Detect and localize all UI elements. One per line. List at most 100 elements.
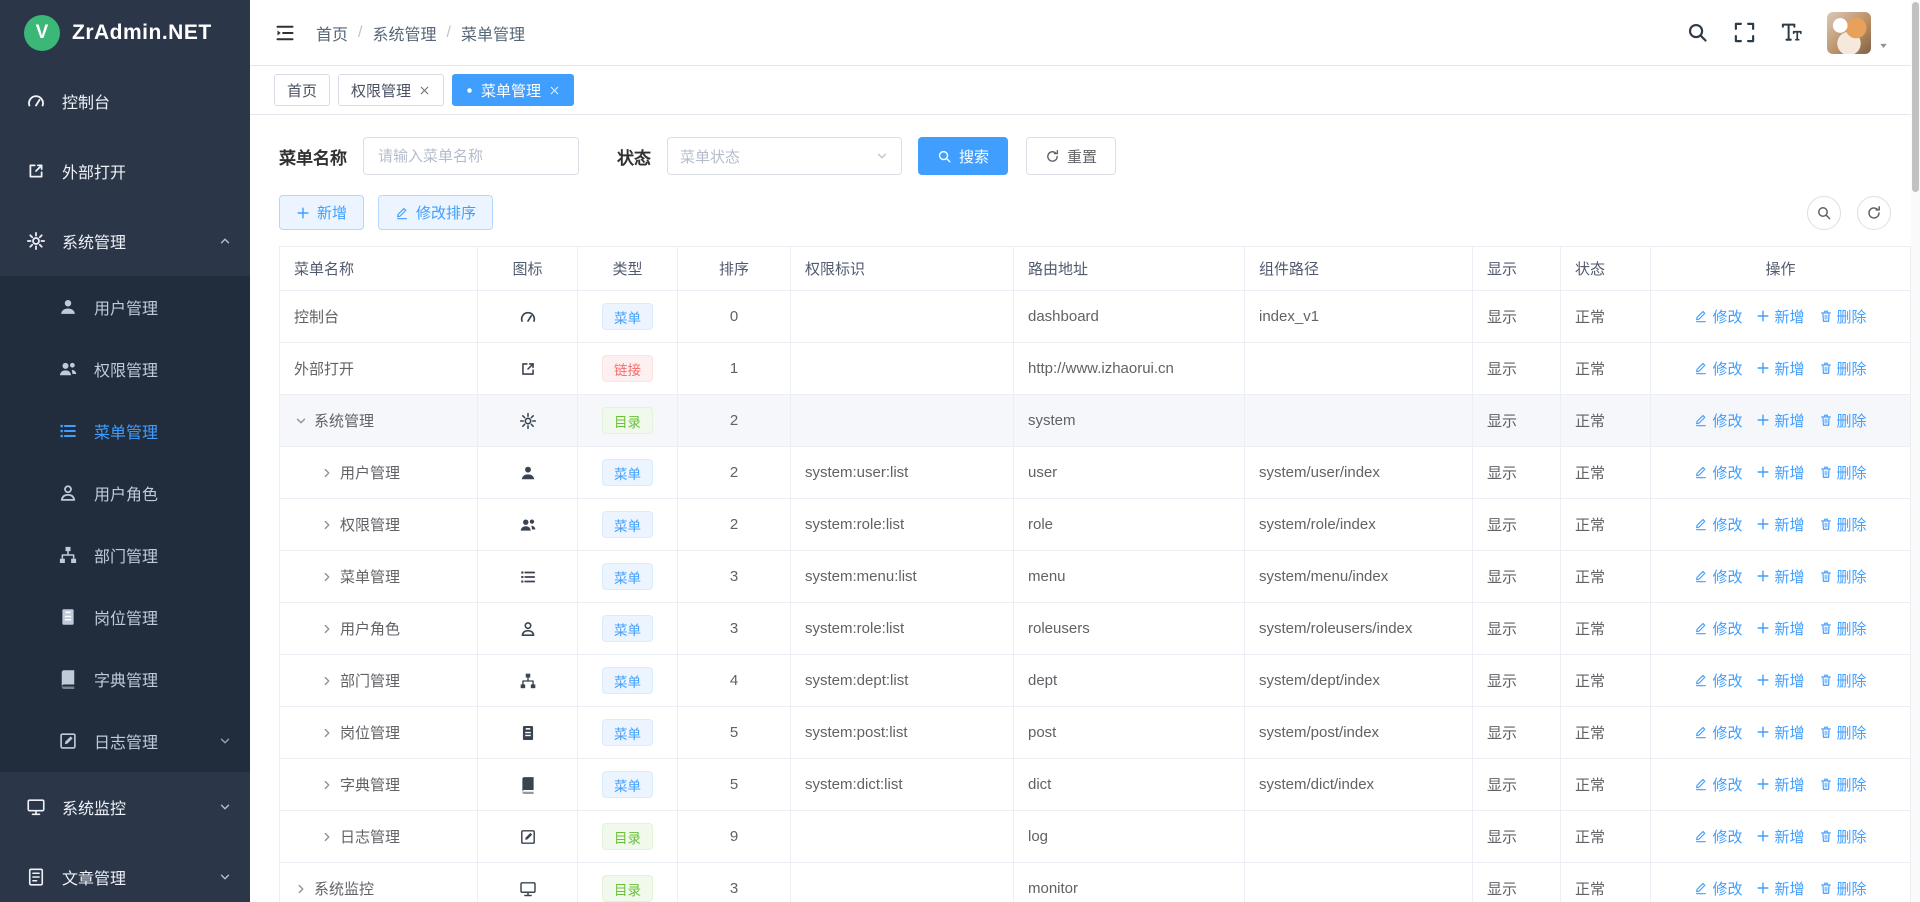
row-edit-link[interactable]: 修改 [1694, 618, 1742, 639]
row-delete-link[interactable]: 删除 [1819, 410, 1867, 431]
row-add-link[interactable]: 新增 [1756, 566, 1804, 587]
tab-role[interactable]: 权限管理 [338, 74, 444, 106]
add-button[interactable]: 新增 [279, 195, 364, 230]
breadcrumb-item[interactable]: 首页 [316, 21, 348, 45]
row-edit-link[interactable]: 修改 [1694, 566, 1742, 587]
chevron-right-icon[interactable] [320, 674, 334, 688]
icon-cell [478, 395, 578, 447]
table-row[interactable]: 用户管理菜单2system:user:listusersystem/user/i… [280, 447, 1911, 499]
tab-menu[interactable]: 菜单管理 [452, 74, 574, 106]
row-edit-link[interactable]: 修改 [1694, 306, 1742, 327]
row-edit-link[interactable]: 修改 [1694, 514, 1742, 535]
row-add-link[interactable]: 新增 [1756, 670, 1804, 691]
sidebar-item-external[interactable]: 外部打开 [0, 136, 250, 206]
search-icon[interactable] [1686, 21, 1709, 44]
row-delete-link[interactable]: 删除 [1819, 358, 1867, 379]
chevron-down-icon[interactable] [294, 414, 308, 428]
fullscreen-icon[interactable] [1733, 21, 1756, 44]
row-delete-link[interactable]: 删除 [1819, 618, 1867, 639]
font-size-icon[interactable] [1780, 21, 1803, 44]
show-search-button[interactable] [1807, 196, 1841, 230]
reset-button[interactable]: 重置 [1026, 137, 1116, 175]
breadcrumb-item[interactable]: 系统管理 [372, 21, 436, 45]
sidebar-item-menu[interactable]: 菜单管理 [0, 400, 250, 462]
row-delete-link[interactable]: 删除 [1819, 722, 1867, 743]
user-menu[interactable] [1827, 12, 1890, 54]
table-row[interactable]: 部门管理菜单4system:dept:listdeptsystem/dept/i… [280, 655, 1911, 707]
table-row[interactable]: 系统监控目录3monitor显示正常修改新增删除 [280, 863, 1911, 902]
tree-icon [58, 545, 78, 565]
caret-down-icon[interactable] [1877, 39, 1890, 52]
row-delete-link[interactable]: 删除 [1819, 670, 1867, 691]
close-icon[interactable] [548, 84, 561, 97]
row-edit-link[interactable]: 修改 [1694, 462, 1742, 483]
chevron-right-icon[interactable] [320, 518, 334, 532]
row-edit-link[interactable]: 修改 [1694, 410, 1742, 431]
chevron-right-icon[interactable] [320, 622, 334, 636]
table-row[interactable]: 岗位管理菜单5system:post:listpostsystem/post/i… [280, 707, 1911, 759]
row-edit-link[interactable]: 修改 [1694, 722, 1742, 743]
refresh-table-button[interactable] [1857, 196, 1891, 230]
sidebar-item-monitor[interactable]: 系统监控 [0, 772, 250, 842]
table-row[interactable]: 权限管理菜单2system:role:listrolesystem/role/i… [280, 499, 1911, 551]
sort-edit-button[interactable]: 修改排序 [378, 195, 493, 230]
avatar[interactable] [1827, 12, 1871, 54]
table-row[interactable]: 字典管理菜单5system:dict:listdictsystem/dict/i… [280, 759, 1911, 811]
table-row[interactable]: 菜单管理菜单3system:menu:listmenusystem/menu/i… [280, 551, 1911, 603]
sidebar-item-dept[interactable]: 部门管理 [0, 524, 250, 586]
table-row[interactable]: 日志管理目录9log显示正常修改新增删除 [280, 811, 1911, 863]
row-edit-link[interactable]: 修改 [1694, 826, 1742, 847]
row-edit-link[interactable]: 修改 [1694, 358, 1742, 379]
row-add-link[interactable]: 新增 [1756, 410, 1804, 431]
chevron-right-icon[interactable] [294, 882, 308, 896]
chevron-right-icon[interactable] [320, 778, 334, 792]
chevron-right-icon[interactable] [320, 570, 334, 584]
sidebar-item-post[interactable]: 岗位管理 [0, 586, 250, 648]
row-delete-link[interactable]: 删除 [1819, 826, 1867, 847]
chevron-right-icon[interactable] [320, 726, 334, 740]
row-delete-link[interactable]: 删除 [1819, 774, 1867, 795]
row-edit-link[interactable]: 修改 [1694, 878, 1742, 899]
row-add-link[interactable]: 新增 [1756, 514, 1804, 535]
table-row[interactable]: 外部打开链接1http://www.izhaorui.cn显示正常修改新增删除 [280, 343, 1911, 395]
scrollbar[interactable] [1911, 0, 1920, 902]
close-icon[interactable] [418, 84, 431, 97]
row-delete-link[interactable]: 删除 [1819, 878, 1867, 899]
sidebar-item-user[interactable]: 用户管理 [0, 276, 250, 338]
sidebar-item-dashboard[interactable]: 控制台 [0, 66, 250, 136]
table-row[interactable]: 用户角色菜单3system:role:listroleuserssystem/r… [280, 603, 1911, 655]
edit-icon [1694, 621, 1708, 635]
tab-home[interactable]: 首页 [274, 74, 330, 106]
sidebar-item-log[interactable]: 日志管理 [0, 710, 250, 772]
menu-name-input[interactable] [363, 137, 579, 175]
row-delete-link[interactable]: 删除 [1819, 306, 1867, 327]
row-add-link[interactable]: 新增 [1756, 462, 1804, 483]
sidebar-item-role[interactable]: 权限管理 [0, 338, 250, 400]
row-add-link[interactable]: 新增 [1756, 722, 1804, 743]
scrollbar-thumb[interactable] [1912, 2, 1919, 192]
sidebar-item-article[interactable]: 文章管理 [0, 842, 250, 902]
chevron-right-icon[interactable] [320, 830, 334, 844]
row-add-link[interactable]: 新增 [1756, 878, 1804, 899]
status-select[interactable]: 菜单状态 [667, 137, 902, 175]
sidebar-toggle-icon[interactable] [274, 23, 296, 43]
sidebar-item-dict[interactable]: 字典管理 [0, 648, 250, 710]
row-edit-link[interactable]: 修改 [1694, 774, 1742, 795]
sidebar-item-system[interactable]: 系统管理 [0, 206, 250, 276]
table-row[interactable]: 控制台菜单0dashboardindex_v1显示正常修改新增删除 [280, 291, 1911, 343]
row-delete-link[interactable]: 删除 [1819, 566, 1867, 587]
row-add-link[interactable]: 新增 [1756, 774, 1804, 795]
delete-icon [1819, 517, 1833, 531]
table-row[interactable]: 系统管理目录2system显示正常修改新增删除 [280, 395, 1911, 447]
row-add-link[interactable]: 新增 [1756, 306, 1804, 327]
search-button[interactable]: 搜索 [918, 137, 1008, 175]
row-add-link[interactable]: 新增 [1756, 358, 1804, 379]
row-edit-link[interactable]: 修改 [1694, 670, 1742, 691]
app-logo[interactable]: V ZrAdmin.NET [0, 0, 250, 66]
row-delete-link[interactable]: 删除 [1819, 462, 1867, 483]
sidebar-item-roleusers[interactable]: 用户角色 [0, 462, 250, 524]
row-add-link[interactable]: 新增 [1756, 826, 1804, 847]
chevron-right-icon[interactable] [320, 466, 334, 480]
row-add-link[interactable]: 新增 [1756, 618, 1804, 639]
row-delete-link[interactable]: 删除 [1819, 514, 1867, 535]
